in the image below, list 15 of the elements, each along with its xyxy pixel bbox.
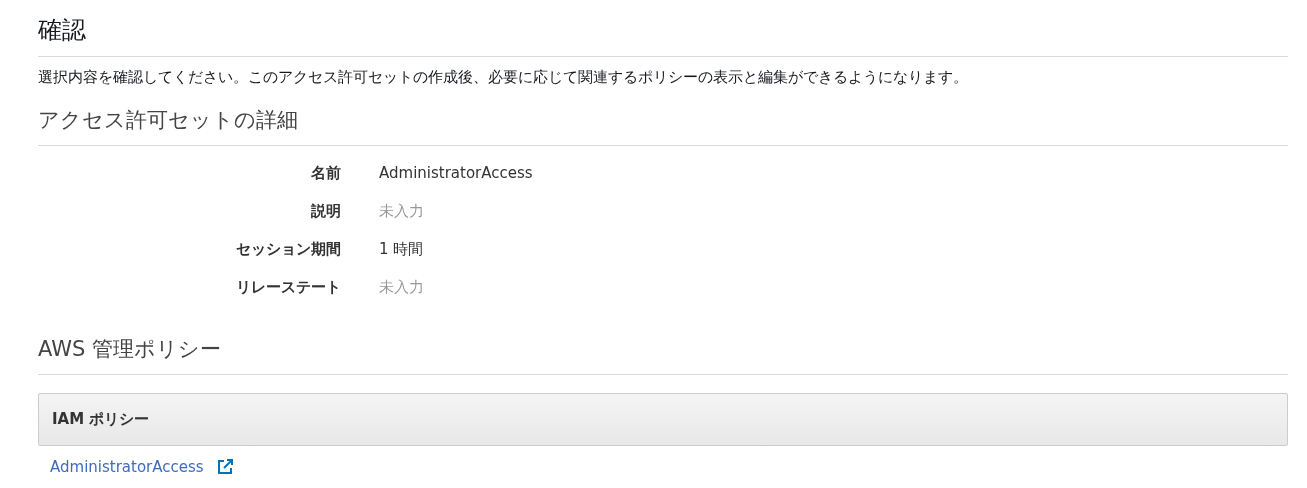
external-link-icon[interactable] — [215, 458, 234, 476]
page-title: 確認 — [38, 15, 87, 46]
section-heading: AWS 管理ポリシー — [38, 336, 222, 363]
field-value: 1 時間 — [379, 239, 425, 260]
field-label: 名前 — [310, 163, 341, 184]
field-label: セッション期間 — [235, 239, 341, 260]
description-text: 選択内容を確認してください。このアクセス許可セットの作成後、必要に応じて関連するポリシーの表示と編集ができるようになります。 — [38, 67, 969, 88]
section-heading: アクセス許可セットの詳細 — [38, 107, 299, 134]
field-value: 未入力 — [379, 201, 425, 222]
column-header: IAM ポリシー — [52, 410, 150, 429]
field-value: AdministratorAccess — [379, 163, 534, 184]
field-label: リレーステート — [235, 277, 341, 298]
field-value: 未入力 — [379, 277, 425, 298]
policy-link[interactable]: AdministratorAccess — [50, 456, 204, 478]
field-label: 説明 — [310, 201, 341, 222]
